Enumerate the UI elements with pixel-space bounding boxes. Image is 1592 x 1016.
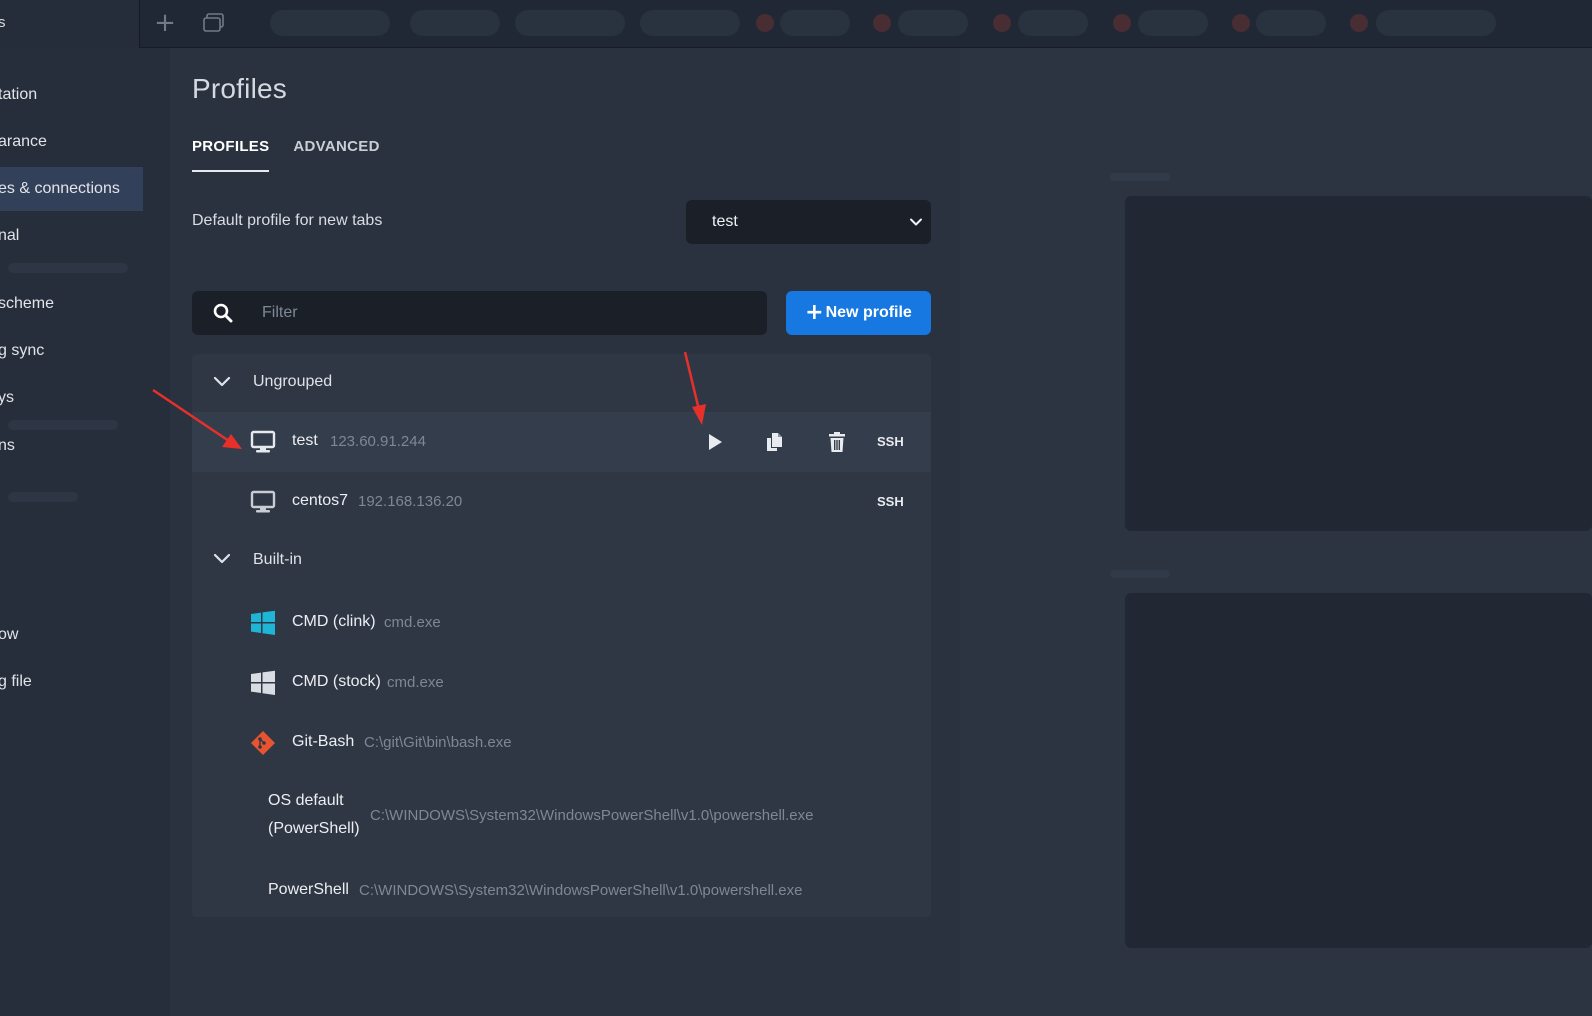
windows-logo-icon xyxy=(251,670,275,695)
profile-detail: C:\WINDOWS\System32\WindowsPowerShell\v1… xyxy=(370,807,814,824)
new-profile-button[interactable]: + New profile xyxy=(786,291,931,335)
blurred-tab[interactable] xyxy=(780,10,850,36)
group-header-ungrouped[interactable]: Ungrouped xyxy=(192,354,931,412)
blurred-tab[interactable] xyxy=(1376,10,1496,36)
sidebar-item-color-scheme[interactable]: scheme xyxy=(0,282,56,326)
tab-icon xyxy=(1113,14,1131,32)
git-icon xyxy=(251,731,275,755)
blurred-tab[interactable] xyxy=(898,10,968,36)
profile-name: test xyxy=(292,432,318,449)
settings-tabs: PROFILES ADVANCED xyxy=(192,138,380,172)
group-header-built-in[interactable]: Built-in xyxy=(192,532,931,590)
profile-detail: cmd.exe xyxy=(384,614,441,631)
filter-box xyxy=(192,291,767,335)
tab-profiles[interactable]: PROFILES xyxy=(192,138,270,172)
sidebar-item-label: nal xyxy=(0,227,20,244)
profile-detail: 123.60.91.244 xyxy=(330,433,426,450)
profile-row-cmd-stock[interactable]: CMD (stock) cmd.exe xyxy=(192,650,931,710)
default-profile-label: Default profile for new tabs xyxy=(192,212,383,229)
plus-icon: + xyxy=(805,300,824,325)
sidebar-item-config-sync[interactable]: g sync xyxy=(0,329,46,373)
search-icon xyxy=(213,303,233,323)
profile-name: PowerShell xyxy=(268,881,349,898)
monitor-icon xyxy=(250,430,276,453)
sidebar-item-label: scheme xyxy=(0,295,55,312)
profile-name-line2: (PowerShell) xyxy=(268,820,360,837)
ssh-badge: SSH xyxy=(877,434,904,449)
new-profile-label: New profile xyxy=(825,304,912,321)
blurred-tab[interactable] xyxy=(515,10,625,36)
sidebar-item-terminal[interactable]: nal xyxy=(0,214,21,258)
group-name: Ungrouped xyxy=(253,373,333,390)
blurred-tab[interactable] xyxy=(270,10,390,36)
windows-logo-icon xyxy=(251,610,275,635)
chevron-down-icon xyxy=(213,376,231,387)
blurred-text xyxy=(8,420,118,430)
sidebar-item-profiles-connections[interactable]: es & connections xyxy=(0,167,143,211)
default-profile-select[interactable]: test xyxy=(686,200,931,244)
window-icon[interactable] xyxy=(203,13,225,33)
profile-name-line1: OS default xyxy=(268,792,344,809)
blurred-tab[interactable] xyxy=(640,10,740,36)
tab-bar: s + xyxy=(0,0,1592,48)
ssh-badge: SSH xyxy=(877,494,904,509)
blurred-tab[interactable] xyxy=(1256,10,1326,36)
profile-detail: C:\WINDOWS\System32\WindowsPowerShell\v1… xyxy=(359,882,803,899)
sidebar-item-label: ns xyxy=(0,437,15,454)
profile-row-powershell[interactable]: PowerShell C:\WINDOWS\System32\WindowsPo… xyxy=(192,858,931,918)
profile-detail: cmd.exe xyxy=(387,674,444,691)
blurred-text xyxy=(8,492,78,502)
profile-detail: C:\git\Git\bin\bash.exe xyxy=(364,734,512,751)
sidebar-item-hotkeys[interactable]: ys xyxy=(0,376,16,420)
profile-row-git-bash[interactable]: Git-Bash C:\git\Git\bin\bash.exe xyxy=(192,710,931,770)
sidebar-item-label: tation xyxy=(0,86,38,103)
settings-tab[interactable]: s xyxy=(0,0,140,48)
plus-icon[interactable]: + xyxy=(152,10,178,36)
blurred-tab[interactable] xyxy=(1138,10,1208,36)
tab-advanced[interactable]: ADVANCED xyxy=(293,138,379,172)
profile-name: centos7 xyxy=(292,492,349,509)
page-title: Profiles xyxy=(192,73,287,104)
tab-icon xyxy=(756,14,774,32)
play-icon[interactable] xyxy=(704,431,726,453)
duplicate-icon[interactable] xyxy=(764,431,786,453)
chevron-down-icon xyxy=(910,218,922,226)
monitor-icon xyxy=(250,490,276,513)
tab-icon xyxy=(1232,14,1250,32)
trash-icon[interactable] xyxy=(826,431,848,453)
profile-row-cmd-clink[interactable]: CMD (clink) cmd.exe xyxy=(192,590,931,650)
settings-tab-label: s xyxy=(0,14,6,31)
sidebar-item-window[interactable]: ow xyxy=(0,613,20,657)
sidebar-item-label: g sync xyxy=(0,342,45,359)
blurred-tab[interactable] xyxy=(410,10,500,36)
profile-name: CMD (clink) xyxy=(292,613,376,630)
profiles-settings-page: Profiles PROFILES ADVANCED Default profi… xyxy=(140,48,1592,1016)
sidebar-item-label: ow xyxy=(0,626,19,643)
sidebar-item-plugins[interactable]: ns xyxy=(0,424,17,468)
profiles-list: Ungrouped test 123.60.91.244 SSH centos7… xyxy=(192,354,931,917)
profile-row-test[interactable]: test 123.60.91.244 SSH xyxy=(192,412,931,472)
blurred-text xyxy=(8,263,128,273)
sidebar-item-config-file[interactable]: g file xyxy=(0,660,34,704)
sidebar-item-appearance[interactable]: arance xyxy=(0,120,49,164)
group-name: Built-in xyxy=(253,551,302,568)
profile-row-os-default[interactable]: OS default (PowerShell) C:\WINDOWS\Syste… xyxy=(192,770,931,858)
profile-detail: 192.168.136.20 xyxy=(358,493,463,510)
sidebar-item-application[interactable]: tation xyxy=(0,73,39,117)
profile-name: Git-Bash xyxy=(292,733,355,750)
sidebar-item-label: ys xyxy=(0,389,14,406)
sidebar-item-label: es & connections xyxy=(0,180,120,197)
profile-row-centos7[interactable]: centos7 192.168.136.20 SSH xyxy=(192,472,931,532)
tab-icon xyxy=(993,14,1011,32)
blurred-tab[interactable] xyxy=(1018,10,1088,36)
sidebar-item-label: arance xyxy=(0,133,47,150)
tab-icon xyxy=(1350,14,1368,32)
default-profile-value: test xyxy=(712,213,738,230)
profile-name: CMD (stock) xyxy=(292,673,381,690)
filter-input[interactable] xyxy=(262,291,742,335)
tab-icon xyxy=(873,14,891,32)
sidebar-item-label: g file xyxy=(0,673,32,690)
chevron-down-icon xyxy=(213,553,231,564)
